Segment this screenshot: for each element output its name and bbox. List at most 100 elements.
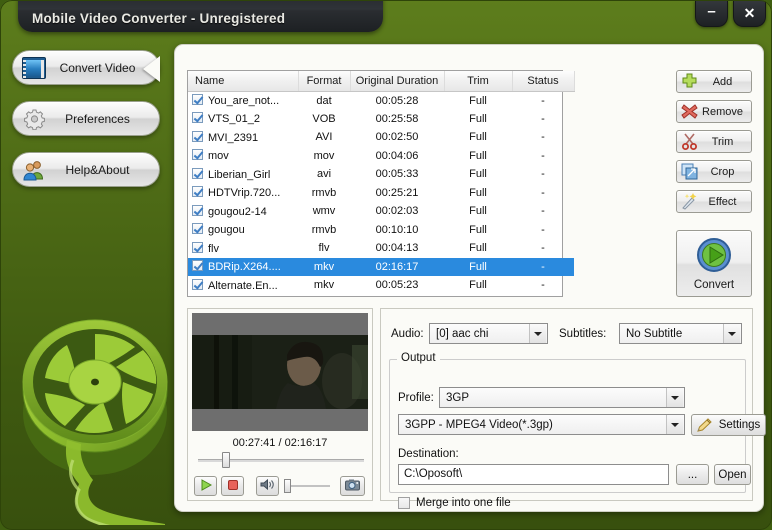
application-window: Mobile Video Converter - Unregistered – … [0,0,772,530]
sidebar-item-label: Preferences [65,111,130,126]
row-checkbox[interactable] [192,186,203,198]
sidebar-item-preferences[interactable]: Preferences [12,101,160,136]
crop-button[interactable]: Crop [676,160,752,183]
file-name-cell: mov [188,147,298,166]
destination-input[interactable]: C:\Oposoft\ [398,464,669,485]
file-list-header-row: Name Format Original Duration Trim Statu… [188,71,575,92]
column-header-format[interactable]: Format [298,71,351,92]
close-button[interactable]: ✕ [733,0,766,27]
merge-into-one-file-checkbox[interactable]: Merge into one file [398,497,511,509]
table-row[interactable]: Liberian_Girl avi 00:05:33 Full - [188,165,574,184]
table-row[interactable]: flv flv 00:04:13 Full - [188,239,574,258]
file-format-cell: VOB [312,112,336,125]
file-status-cell: - [541,279,545,292]
file-trim-cell: Full [469,94,487,107]
file-trim-cell: Full [469,242,487,255]
file-name-cell: HDTVrip.720... [188,184,298,203]
output-format-select[interactable]: 3GPP - MPEG4 Video(*.3gp) [398,414,685,435]
row-checkbox[interactable] [192,241,203,253]
chevron-down-icon [666,415,683,434]
file-list[interactable]: Name Format Original Duration Trim Statu… [187,70,575,297]
sidebar-item-label: Help&About [65,162,130,177]
minimize-button[interactable]: – [695,0,728,27]
close-icon: ✕ [743,5,756,21]
play-button[interactable] [194,476,217,496]
file-duration-cell: 00:25:21 [375,186,419,199]
settings-button-label: Settings [718,419,761,431]
column-header-status[interactable]: Status [512,71,575,92]
volume-button[interactable] [256,476,279,496]
file-duration-cell: 00:04:06 [375,149,419,162]
add-button[interactable]: Add [676,70,752,93]
file-name-text: VTS_01_2 [208,113,260,126]
table-row[interactable]: gougou2-14 wmv 00:02:03 Full - [188,202,574,221]
sidebar-item-convert-video[interactable]: Convert Video [12,50,160,85]
column-header-duration[interactable]: Original Duration [350,71,445,92]
video-preview[interactable] [192,313,368,431]
table-row[interactable]: Alternate.En... mkv 00:05:23 Full - [188,276,574,295]
browse-button[interactable]: ... [676,464,709,485]
chevron-down-icon [529,324,546,343]
stop-button[interactable] [221,476,244,496]
file-format-cell: mkv [313,279,335,292]
table-row[interactable]: HDTVrip.720... rmvb 00:25:21 Full - [188,184,574,203]
add-button-label: Add [712,75,733,88]
file-format-cell: mkv [298,257,350,276]
profile-select[interactable]: 3GP [439,387,685,408]
effect-button[interactable]: Effect [676,190,752,213]
file-name-cell: VTS_01_2 [188,110,298,129]
output-format-value: 3GPP - MPEG4 Video(*.3gp) [405,418,553,431]
row-checkbox[interactable] [192,278,203,290]
row-checkbox[interactable] [192,94,203,105]
row-checkbox[interactable] [192,112,203,124]
row-checkbox[interactable] [192,149,203,161]
scissors-icon [681,133,698,150]
snapshot-button[interactable] [340,476,365,496]
table-row[interactable]: BDRip.X264.... mkv 02:16:17 Full - [188,257,574,276]
file-format-cell: rmvb [311,223,337,236]
settings-panel: Audio: [0] aac chi Subtitles: No Subtitl… [380,308,766,509]
table-row[interactable]: You_are_not... dat 00:05:28 Full - [188,91,574,110]
file-name-text: BDRip.X264.... [208,261,281,274]
title-bar: Mobile Video Converter - Unregistered [18,0,383,32]
sidebar-selection-pointer [143,56,160,82]
file-status-cell: - [541,242,545,255]
table-row[interactable]: MVI_2391 AVI 00:02:50 Full - [188,128,574,147]
settings-button[interactable]: Settings [691,414,766,436]
file-name-text: Alternate.En... [208,279,278,292]
file-trim-cell: Full [469,112,487,125]
file-format-cell: AVI [315,131,333,144]
row-checkbox[interactable] [192,204,203,216]
row-checkbox[interactable] [192,130,203,142]
table-row[interactable]: mov mov 00:04:06 Full - [188,147,574,166]
file-duration-cell: 00:05:33 [375,168,419,181]
sidebar-item-help-about[interactable]: Help&About [12,152,160,187]
table-row[interactable]: gougou rmvb 00:10:10 Full - [188,221,574,240]
row-checkbox[interactable] [192,260,203,272]
file-duration-cell: 02:16:17 [350,257,444,276]
trim-button[interactable]: Trim [676,130,752,153]
audio-label: Audio: [391,328,424,340]
convert-button[interactable]: Convert [676,230,752,297]
subtitles-select[interactable]: No Subtitle [619,323,742,344]
audio-track-select[interactable]: [0] aac chi [429,323,548,344]
open-folder-button[interactable]: Open [714,464,751,485]
file-name-cell: BDRip.X264.... [188,257,298,276]
video-frame-image [192,335,368,409]
column-header-trim[interactable]: Trim [444,71,513,92]
crop-button-label: Crop [710,165,735,178]
camera-icon [345,479,360,494]
table-row[interactable]: VTS_01_2 VOB 00:25:58 Full - [188,110,574,129]
trim-button-label: Trim [711,135,734,148]
pencil-icon [697,417,714,433]
file-status-cell: - [541,112,545,125]
row-checkbox[interactable] [192,223,203,235]
file-name-text: flv [208,242,219,255]
row-checkbox[interactable] [192,167,203,179]
volume-slider-handle[interactable] [284,479,291,493]
profile-value: 3GP [446,391,470,404]
file-status-cell: - [541,131,545,144]
seek-slider-handle[interactable] [222,452,230,468]
remove-button[interactable]: Remove [676,100,752,123]
column-header-name[interactable]: Name [188,71,299,92]
